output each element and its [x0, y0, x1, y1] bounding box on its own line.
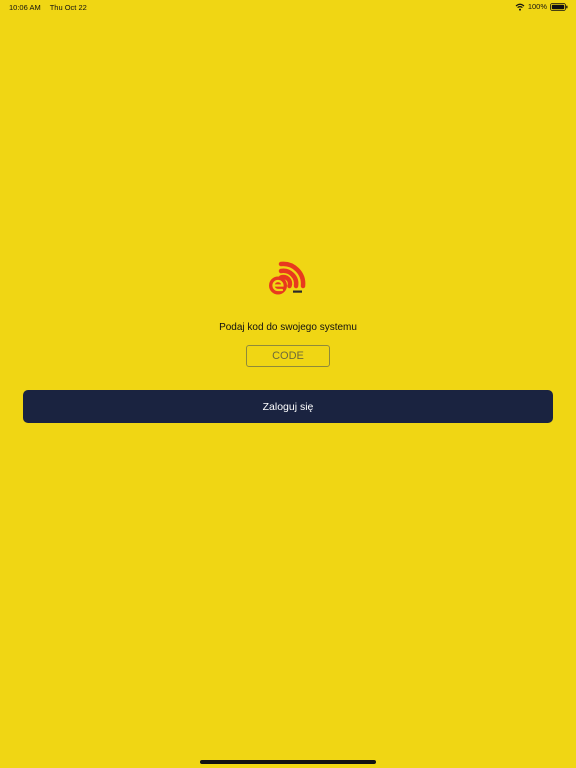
- wifi-icon: [515, 3, 525, 11]
- home-indicator: [200, 760, 376, 764]
- status-date: Thu Oct 22: [49, 3, 87, 12]
- status-bar: 10:06 AM Thu Oct 22 100%: [0, 0, 576, 14]
- login-prompt: Podaj kod do swojego systemu: [219, 322, 357, 333]
- login-button[interactable]: Zaloguj się: [23, 390, 553, 423]
- battery-icon: [550, 2, 568, 11]
- status-time: 10:06 AM: [9, 3, 41, 12]
- status-right: 100%: [515, 2, 568, 11]
- status-left: 10:06 AM Thu Oct 22: [9, 3, 87, 12]
- signal-e-logo-icon: [267, 256, 309, 298]
- code-input[interactable]: [246, 345, 330, 367]
- battery-percentage: 100%: [527, 2, 547, 11]
